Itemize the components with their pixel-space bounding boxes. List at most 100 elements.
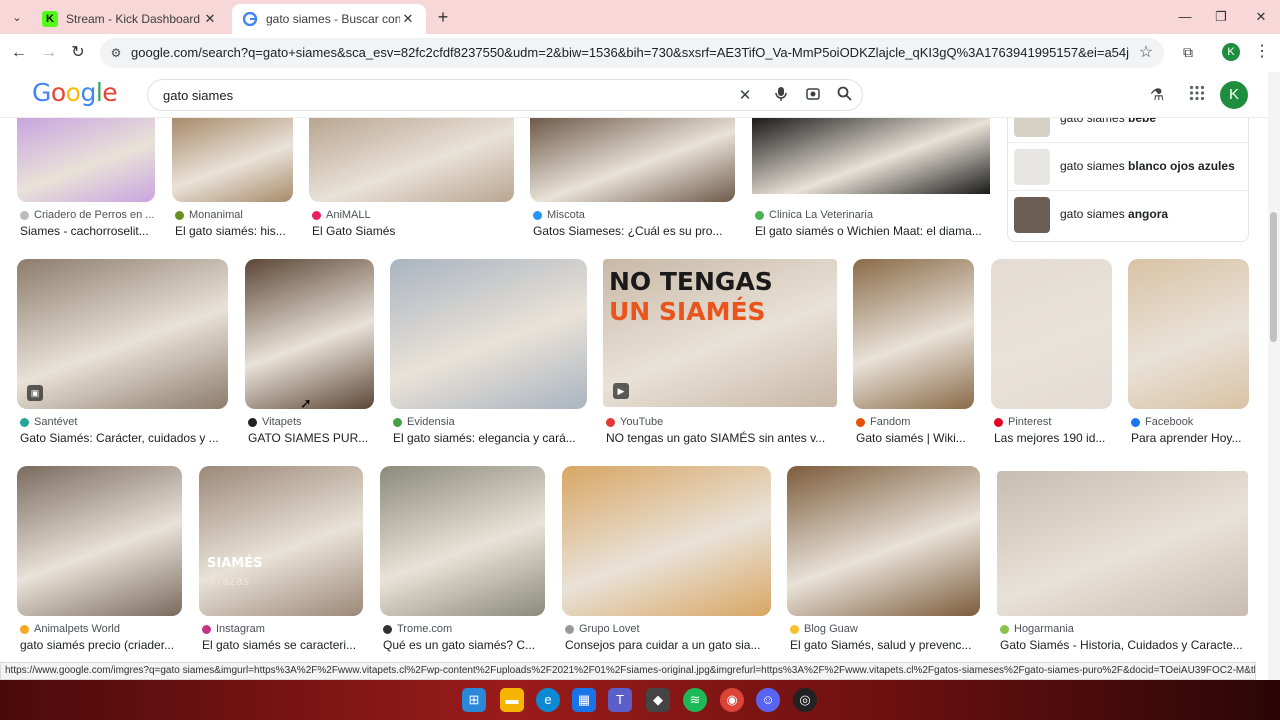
result-title[interactable]: Gato Siamés - Historia, Cuidados y Carac… [1000, 638, 1248, 652]
result-thumbnail[interactable] [530, 118, 735, 202]
chrome-icon[interactable]: ◉ [720, 688, 744, 712]
result-title[interactable]: El Gato Siamés [312, 224, 512, 238]
result-thumbnail[interactable] [17, 118, 155, 202]
result-thumbnail[interactable] [991, 259, 1112, 409]
result-title[interactable]: Las mejores 190 id... [994, 431, 1112, 445]
image-result[interactable]: Evidensia El gato siamés: elegancia y ca… [390, 259, 587, 449]
file-explorer-icon[interactable]: ▬ [500, 688, 524, 712]
image-result[interactable]: Trome.com Qué es un gato siamés? C... [380, 466, 545, 656]
result-title[interactable]: El gato siamés: elegancia y cará... [393, 431, 587, 445]
related-search-item[interactable]: gato siames blanco ojos azules [1008, 143, 1248, 191]
windows-start-icon[interactable]: ⊞ [462, 688, 486, 712]
result-thumbnail[interactable] [380, 466, 545, 616]
result-title[interactable]: El gato siamés o Wichien Maat: el diama.… [755, 224, 990, 238]
profile-avatar[interactable]: K [1222, 43, 1240, 61]
image-result[interactable]: Vitapets GATO SIAMES PUR... [245, 259, 374, 449]
discord-icon[interactable]: ☺ [756, 688, 780, 712]
result-thumbnail[interactable] [752, 118, 990, 194]
tab-search-button[interactable]: ⌄ [6, 7, 28, 27]
image-result[interactable]: Animalpets World gato siamés precio (cri… [17, 466, 182, 656]
result-thumbnail[interactable] [309, 118, 514, 202]
image-result[interactable]: SIAMÉS #razas Instagram El gato siamés s… [199, 466, 363, 656]
app-icon[interactable]: ◆ [646, 688, 670, 712]
result-title[interactable]: Gatos Siameses: ¿Cuál es su pro... [533, 224, 733, 238]
result-title[interactable]: El gato siamés se caracteri... [202, 638, 363, 652]
image-result[interactable]: ▣ Santévet Gato Siamés: Carácter, cuidad… [17, 259, 228, 449]
result-thumbnail[interactable] [1128, 259, 1249, 409]
image-result[interactable]: Pinterest Las mejores 190 id... [991, 259, 1112, 449]
new-tab-button[interactable]: + [432, 6, 454, 28]
page-scrollbar[interactable] [1268, 72, 1280, 682]
result-source: Clinica La Veterinaria [755, 209, 990, 221]
result-title[interactable]: GATO SIAMES PUR... [248, 431, 374, 445]
result-title[interactable]: NO tengas un gato SIAMÉS sin antes v... [606, 431, 837, 445]
image-result[interactable]: Miscota Gatos Siameses: ¿Cuál es su pro.… [530, 118, 735, 242]
search-icon[interactable] [834, 86, 854, 106]
google-logo[interactable]: Google [32, 78, 118, 107]
extensions-icon[interactable]: ⧉ [1178, 42, 1198, 62]
result-thumbnail[interactable]: ▣ [17, 259, 228, 409]
result-thumbnail[interactable] [787, 466, 980, 616]
address-bar[interactable]: ⚙ google.com/search?q=gato+siames&sca_es… [100, 38, 1164, 68]
image-result[interactable]: Facebook Para aprender Hoy... [1128, 259, 1249, 449]
result-title[interactable]: Siames - cachorroselit... [20, 224, 155, 238]
store-icon[interactable]: ▦ [572, 688, 596, 712]
edge-browser-icon[interactable]: e [536, 688, 560, 712]
result-title[interactable]: El gato Siamés, salud y prevenc... [790, 638, 980, 652]
image-result[interactable]: Monanimal El gato siamés: his... [172, 118, 293, 242]
image-result[interactable]: NO TENGAS UN SIAMÉS ▶ YouTube NO tengas … [603, 259, 837, 449]
lens-camera-icon[interactable] [803, 86, 823, 106]
close-icon[interactable]: ✕ [202, 11, 218, 27]
result-thumbnail[interactable] [245, 259, 374, 409]
image-result[interactable]: Criadero de Perros en ... Siames - cacho… [17, 118, 155, 242]
result-thumbnail[interactable]: NO TENGAS UN SIAMÉS ▶ [603, 259, 837, 407]
url-text[interactable]: google.com/search?q=gato+siames&sca_esv=… [131, 45, 1129, 60]
site-info-icon[interactable]: ⚙ [108, 45, 124, 61]
image-result[interactable]: Blog Guaw El gato Siamés, salud y preven… [787, 466, 980, 656]
result-title[interactable]: Gato Siamés: Carácter, cuidados y ... [20, 431, 228, 445]
reload-icon[interactable]: ↻ [67, 42, 89, 64]
result-title[interactable]: gato siamés precio (criader... [20, 638, 182, 652]
result-title[interactable]: Consejos para cuidar a un gato sia... [565, 638, 771, 652]
account-avatar[interactable]: K [1220, 81, 1248, 109]
spotify-icon[interactable]: ≋ [683, 688, 707, 712]
browser-menu-icon[interactable]: ⋮ [1254, 42, 1270, 62]
result-title[interactable]: Para aprender Hoy... [1131, 431, 1249, 445]
result-thumbnail[interactable] [562, 466, 771, 616]
close-icon[interactable]: ✕ [400, 11, 416, 27]
scrollbar-thumb[interactable] [1270, 212, 1277, 342]
image-result[interactable]: Fandom Gato siamés | Wiki... [853, 259, 974, 449]
search-input[interactable]: gato siames [163, 88, 233, 103]
result-thumbnail[interactable] [390, 259, 587, 409]
restore-button[interactable]: ❐ [1206, 7, 1236, 27]
search-box[interactable]: gato siames ✕ [147, 79, 863, 111]
clear-icon[interactable]: ✕ [735, 86, 755, 106]
result-thumbnail[interactable] [997, 471, 1248, 616]
result-title[interactable]: El gato siamés: his... [175, 224, 293, 238]
result-thumbnail[interactable] [853, 259, 974, 409]
labs-flask-icon[interactable]: ⚗ [1146, 85, 1168, 107]
image-result[interactable]: Grupo Lovet Consejos para cuidar a un ga… [562, 466, 771, 656]
tab-google-search[interactable]: gato siames - Buscar con Google ✕ [232, 4, 426, 34]
related-search-text[interactable]: gato siames angora [1060, 207, 1168, 221]
related-search-item[interactable]: gato siames angora [1008, 191, 1248, 239]
result-thumbnail[interactable] [172, 118, 293, 202]
close-window-button[interactable]: ✕ [1246, 7, 1276, 27]
obs-icon[interactable]: ◎ [793, 688, 817, 712]
minimize-button[interactable]: — [1170, 7, 1200, 27]
result-thumbnail[interactable]: SIAMÉS #razas [199, 466, 363, 616]
image-result[interactable]: Hogarmania Gato Siamés - Historia, Cuida… [997, 466, 1248, 656]
bookmark-star-icon[interactable]: ☆ [1136, 43, 1156, 63]
teams-icon[interactable]: T [608, 688, 632, 712]
tab-kick-dashboard[interactable]: K Stream - Kick Dashboard ✕ [32, 4, 228, 34]
result-title[interactable]: Qué es un gato siamés? C... [383, 638, 545, 652]
result-thumbnail[interactable] [17, 466, 182, 616]
result-title[interactable]: Gato siamés | Wiki... [856, 431, 974, 445]
forward-icon[interactable]: → [38, 42, 60, 64]
related-search-text[interactable]: gato siames blanco ojos azules [1060, 159, 1235, 173]
apps-grid-icon[interactable] [1186, 85, 1208, 107]
image-result[interactable]: AniMALL El Gato Siamés [309, 118, 514, 242]
microphone-icon[interactable] [771, 86, 791, 106]
image-result[interactable]: Clinica La Veterinaria El gato siamés o … [752, 118, 990, 242]
back-icon[interactable]: ← [8, 42, 30, 64]
